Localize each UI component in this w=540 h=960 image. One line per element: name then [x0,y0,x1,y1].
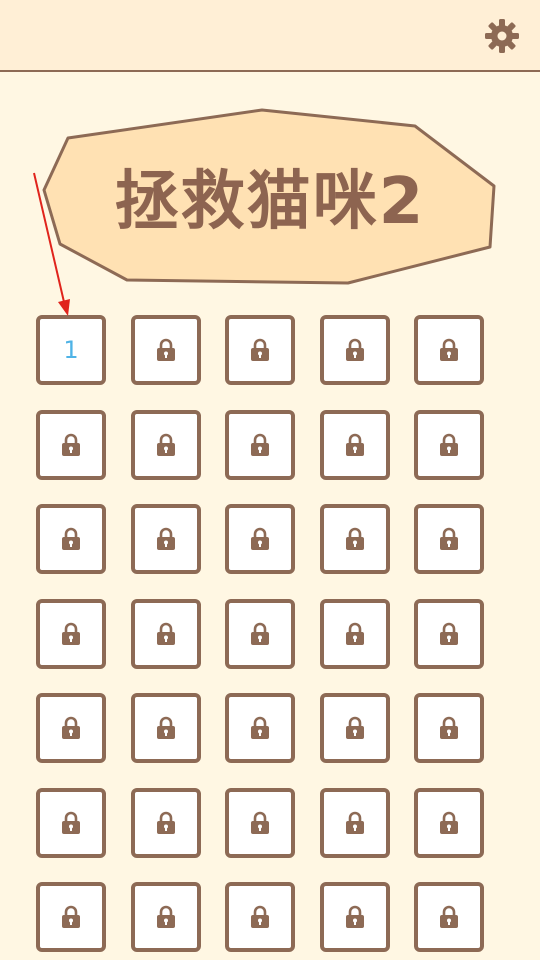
lock-icon [346,716,364,739]
lock-icon [346,905,364,928]
level-tile-locked[interactable] [225,410,295,480]
lock-icon [62,905,80,928]
level-tile-locked[interactable] [320,504,390,574]
level-number: 1 [63,336,79,364]
lock-icon [157,811,175,834]
level-tile-locked[interactable] [225,599,295,669]
level-tile-locked[interactable] [320,882,390,952]
lock-icon [157,622,175,645]
lock-icon [346,338,364,361]
level-tile-locked[interactable] [225,693,295,763]
level-tile-locked[interactable] [131,788,201,858]
level-tile-locked[interactable] [36,410,106,480]
lock-icon [440,527,458,550]
lock-icon [440,716,458,739]
level-tile-locked[interactable] [131,599,201,669]
level-tile-locked[interactable] [414,599,484,669]
lock-icon [440,338,458,361]
level-tile-locked[interactable] [414,410,484,480]
level-tile-unlocked[interactable]: 1 [36,315,106,385]
lock-icon [346,622,364,645]
level-tile-locked[interactable] [131,693,201,763]
arrow-head-icon [58,299,70,316]
lock-icon [157,905,175,928]
lock-icon [62,716,80,739]
lock-icon [157,527,175,550]
lock-icon [62,527,80,550]
level-tile-locked[interactable] [36,599,106,669]
level-tile-locked[interactable] [320,693,390,763]
game-title: 拯救猫咪2 [114,165,426,239]
lock-icon [62,433,80,456]
lock-icon [251,716,269,739]
lock-icon [251,905,269,928]
level-tile-locked[interactable] [225,882,295,952]
level-tile-locked[interactable] [225,315,295,385]
lock-icon [157,716,175,739]
lock-icon [440,905,458,928]
lock-icon [251,433,269,456]
level-tile-locked[interactable] [131,504,201,574]
level-tile-locked[interactable] [320,788,390,858]
level-tile-locked[interactable] [414,315,484,385]
lock-icon [62,622,80,645]
level-tile-locked[interactable] [320,315,390,385]
lock-icon [251,622,269,645]
level-tile-locked[interactable] [36,693,106,763]
lock-icon [251,338,269,361]
lock-icon [440,811,458,834]
level-tile-locked[interactable] [131,410,201,480]
lock-icon [251,527,269,550]
level-tile-locked[interactable] [36,882,106,952]
lock-icon [157,433,175,456]
level-tile-locked[interactable] [414,693,484,763]
level-tile-locked[interactable] [320,599,390,669]
level-tile-locked[interactable] [131,882,201,952]
level-tile-locked[interactable] [414,788,484,858]
lock-icon [440,433,458,456]
top-bar [0,0,540,72]
level-tile-locked[interactable] [414,504,484,574]
lock-icon [346,527,364,550]
level-tile-locked[interactable] [225,504,295,574]
lock-icon [157,338,175,361]
lock-icon [346,811,364,834]
lock-icon [62,811,80,834]
level-select-screen: 拯救猫咪2 1 [0,0,540,960]
level-tile-locked[interactable] [36,788,106,858]
level-tile-locked[interactable] [225,788,295,858]
lock-icon [440,622,458,645]
lock-icon [346,433,364,456]
lock-icon [251,811,269,834]
level-tile-locked[interactable] [36,504,106,574]
level-tile-locked[interactable] [414,882,484,952]
level-tile-locked[interactable] [131,315,201,385]
settings-button[interactable] [484,18,520,54]
gear-icon [485,19,519,53]
level-tile-locked[interactable] [320,410,390,480]
